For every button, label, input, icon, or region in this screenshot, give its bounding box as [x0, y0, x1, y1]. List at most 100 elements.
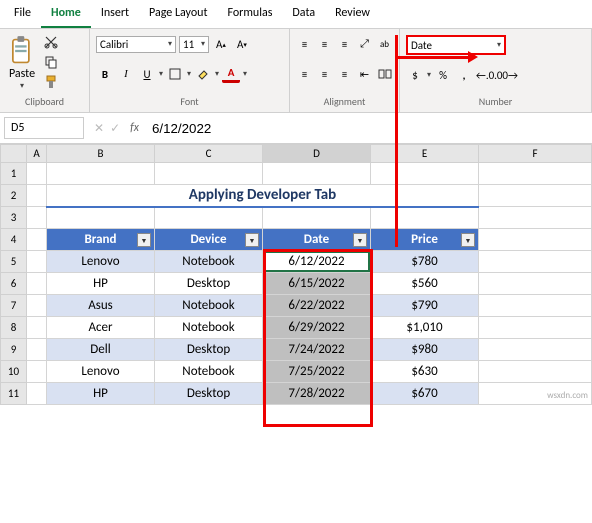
align-bottom-icon[interactable]: ≡	[336, 35, 353, 53]
row-1[interactable]: 1	[1, 163, 27, 185]
table-cell[interactable]: Notebook	[155, 251, 263, 273]
select-all-corner[interactable]	[1, 145, 27, 163]
row-10[interactable]: 10	[1, 361, 27, 383]
tab-review[interactable]: Review	[325, 0, 380, 28]
number-format-select[interactable]: Date▾	[406, 35, 506, 55]
row-2[interactable]: 2	[1, 185, 27, 207]
copy-button[interactable]	[42, 53, 60, 71]
table-cell[interactable]: 6/22/2022	[263, 295, 371, 317]
table-cell[interactable]: HP	[47, 383, 155, 405]
align-top-icon[interactable]: ≡	[296, 35, 313, 53]
font-name-select[interactable]: Calibri▾	[96, 36, 176, 53]
decrease-decimal-button[interactable]: .00→	[497, 66, 515, 84]
tab-formulas[interactable]: Formulas	[217, 0, 282, 28]
col-F[interactable]: F	[479, 145, 592, 163]
table-cell[interactable]: $980	[371, 339, 479, 361]
table-cell[interactable]: 6/15/2022	[263, 273, 371, 295]
table-cell[interactable]: $1,010	[371, 317, 479, 339]
row-8[interactable]: 8	[1, 317, 27, 339]
row-7[interactable]: 7	[1, 295, 27, 317]
table-cell[interactable]: 7/25/2022	[263, 361, 371, 383]
table-cell[interactable]: Dell	[47, 339, 155, 361]
table-cell[interactable]: Asus	[47, 295, 155, 317]
decrease-indent-icon[interactable]: ⇤	[356, 65, 373, 83]
percent-button[interactable]: %	[434, 66, 452, 84]
table-cell[interactable]: Notebook	[155, 295, 263, 317]
italic-button[interactable]: I	[117, 65, 135, 83]
table-cell[interactable]: Notebook	[155, 317, 263, 339]
cut-button[interactable]	[42, 33, 60, 51]
table-cell[interactable]: HP	[47, 273, 155, 295]
fill-color-button[interactable]	[194, 65, 212, 83]
row-5[interactable]: 5	[1, 251, 27, 273]
header-price[interactable]: Price▼	[371, 229, 479, 251]
table-cell[interactable]: 6/29/2022	[263, 317, 371, 339]
table-cell[interactable]: Acer	[47, 317, 155, 339]
table-cell[interactable]: 6/12/2022	[263, 251, 371, 273]
col-C[interactable]: C	[155, 145, 263, 163]
orientation-icon[interactable]: ⤢	[356, 35, 373, 53]
currency-dropdown-icon[interactable]: ▾	[427, 70, 431, 80]
table-cell[interactable]: 7/28/2022	[263, 383, 371, 405]
tab-insert[interactable]: Insert	[91, 0, 139, 28]
table-cell[interactable]: Desktop	[155, 383, 263, 405]
enter-icon[interactable]: ✓	[110, 121, 120, 136]
table-cell[interactable]: $630	[371, 361, 479, 383]
sheet-title[interactable]: Applying Developer Tab	[47, 185, 479, 207]
underline-dropdown-icon[interactable]: ▾	[159, 69, 163, 79]
table-cell[interactable]: Desktop	[155, 339, 263, 361]
align-left-icon[interactable]: ≡	[296, 65, 313, 83]
merge-button[interactable]	[376, 65, 393, 83]
decrease-font-icon[interactable]: A▾	[233, 35, 251, 53]
table-cell[interactable]: Lenovo	[47, 251, 155, 273]
font-color-dropdown-icon[interactable]: ▾	[243, 69, 247, 79]
worksheet-grid[interactable]: A B C D E F 1 2Applying Developer Tab 3 …	[0, 144, 592, 405]
col-E[interactable]: E	[371, 145, 479, 163]
row-6[interactable]: 6	[1, 273, 27, 295]
cancel-icon[interactable]: ✕	[94, 121, 104, 136]
paste-button[interactable]: Paste ▾	[6, 33, 38, 93]
row-4[interactable]: 4	[1, 229, 27, 251]
align-middle-icon[interactable]: ≡	[316, 35, 333, 53]
table-cell[interactable]: Desktop	[155, 273, 263, 295]
currency-button[interactable]: $	[406, 66, 424, 84]
filter-icon[interactable]: ▼	[461, 233, 475, 247]
filter-icon[interactable]: ▼	[353, 233, 367, 247]
fill-dropdown-icon[interactable]: ▾	[215, 69, 219, 79]
name-box[interactable]: D5	[4, 117, 84, 139]
fx-icon[interactable]: fx	[126, 117, 143, 139]
tab-data[interactable]: Data	[282, 0, 325, 28]
col-A[interactable]: A	[27, 145, 47, 163]
bold-button[interactable]: B	[96, 65, 114, 83]
row-3[interactable]: 3	[1, 207, 27, 229]
header-date[interactable]: Date▼	[263, 229, 371, 251]
table-cell[interactable]: $780	[371, 251, 479, 273]
wrap-text-button[interactable]: ab	[376, 35, 393, 53]
table-cell[interactable]: Lenovo	[47, 361, 155, 383]
filter-icon[interactable]: ▼	[137, 233, 151, 247]
formula-input[interactable]	[149, 117, 592, 139]
format-painter-button[interactable]	[42, 73, 60, 91]
row-11[interactable]: 11	[1, 383, 27, 405]
align-right-icon[interactable]: ≡	[336, 65, 353, 83]
tab-file[interactable]: File	[4, 0, 41, 28]
filter-icon[interactable]: ▼	[245, 233, 259, 247]
table-cell[interactable]: Notebook	[155, 361, 263, 383]
increase-font-icon[interactable]: A▴	[212, 35, 230, 53]
row-9[interactable]: 9	[1, 339, 27, 361]
col-D[interactable]: D	[263, 145, 371, 163]
comma-button[interactable]: ,	[455, 66, 473, 84]
increase-decimal-button[interactable]: ←.0	[476, 66, 494, 84]
table-cell[interactable]: $670	[371, 383, 479, 405]
tab-pagelayout[interactable]: Page Layout	[139, 0, 217, 28]
table-cell[interactable]: $560	[371, 273, 479, 295]
paste-dropdown-icon[interactable]: ▾	[20, 81, 24, 91]
table-cell[interactable]: $790	[371, 295, 479, 317]
tab-home[interactable]: Home	[41, 0, 91, 28]
table-cell[interactable]: 7/24/2022	[263, 339, 371, 361]
font-color-button[interactable]: A	[222, 65, 240, 83]
underline-button[interactable]: U	[138, 65, 156, 83]
header-brand[interactable]: Brand▼	[47, 229, 155, 251]
borders-dropdown-icon[interactable]: ▾	[187, 69, 191, 79]
font-size-select[interactable]: 11▾	[179, 36, 209, 53]
